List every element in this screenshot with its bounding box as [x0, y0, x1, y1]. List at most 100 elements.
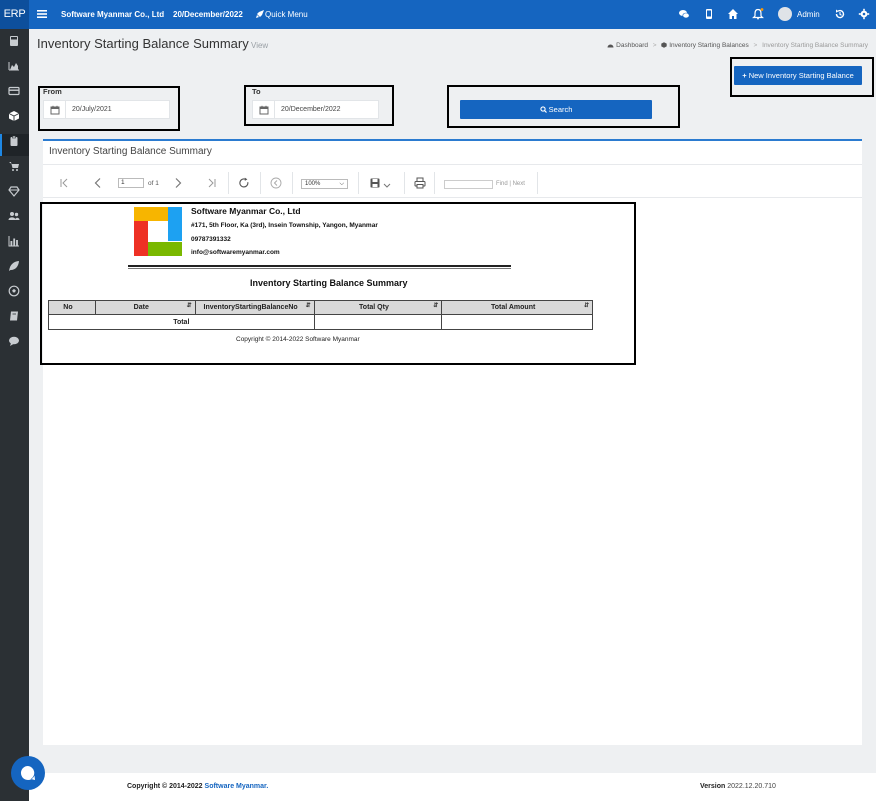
column-header-label: Total Amount — [490, 304, 536, 311]
quick-menu-link[interactable]: Quick Menu — [265, 0, 308, 29]
mobile-icon[interactable] — [703, 8, 715, 20]
find-controls: Find | Next — [496, 181, 525, 187]
footer-copyright: Copyright © 2014-2022 Software Myanmar. — [127, 783, 268, 790]
home-icon[interactable] — [727, 8, 739, 20]
column-header-label: No — [63, 304, 73, 311]
to-label: To — [252, 87, 261, 96]
total-label: Total — [48, 314, 315, 330]
search-button[interactable]: Search — [460, 100, 652, 119]
column-header-label: Date — [133, 304, 149, 311]
column-header-label: InventoryStartingBalanceNo — [203, 304, 298, 311]
cube-icon[interactable] — [8, 110, 20, 122]
footer-copyright-text: Copyright © 2014-2022 — [127, 783, 205, 790]
calculator-icon[interactable] — [8, 35, 20, 47]
total-amount-cell — [441, 314, 593, 330]
calendar-icon[interactable] — [50, 105, 60, 115]
report-title: Inventory Starting Balance Summary — [250, 278, 408, 288]
breadcrumb-current: Inventory Starting Balance Summary — [762, 42, 868, 49]
back-icon[interactable] — [270, 177, 282, 189]
panel-title: Inventory Starting Balance Summary — [49, 146, 212, 157]
user-name[interactable]: Admin — [797, 0, 820, 29]
from-label: From — [43, 87, 62, 96]
toolbar-separator — [434, 172, 435, 194]
breadcrumb-dashboard[interactable]: Dashboard — [616, 42, 648, 49]
company-logo — [134, 207, 182, 256]
report-rule — [128, 265, 511, 267]
version-number: 2022.12.20.710 — [727, 783, 776, 790]
field-divider — [274, 101, 275, 118]
print-icon[interactable] — [414, 177, 426, 189]
diamond-icon[interactable] — [8, 185, 20, 197]
sort-icon[interactable]: ⇵ — [433, 302, 438, 309]
first-page-icon[interactable] — [58, 177, 70, 189]
column-header-total-qty[interactable]: Total Qty ⇵ — [313, 300, 443, 315]
soccer-icon[interactable] — [8, 285, 20, 297]
calendar-icon[interactable] — [259, 105, 269, 115]
history-icon[interactable] — [834, 8, 846, 20]
chat-icon — [20, 765, 35, 780]
find-input[interactable] — [444, 180, 493, 189]
bar-chart-icon[interactable] — [8, 235, 20, 247]
toolbar-separator — [228, 172, 229, 194]
credit-card-icon[interactable] — [8, 85, 20, 97]
company-name[interactable]: Software Myanmar Co., Ltd — [61, 0, 164, 29]
sort-icon[interactable]: ⇵ — [187, 302, 192, 309]
search-icon — [539, 106, 547, 113]
app-brand[interactable]: ERP — [0, 0, 29, 29]
zoom-select[interactable]: 100% ⌵ — [301, 179, 348, 189]
chat-widget-button[interactable] — [11, 756, 45, 790]
leaf-icon[interactable] — [8, 260, 20, 272]
report-email: info@softwaremyanmar.com — [191, 249, 280, 256]
table-total-row: Total — [48, 314, 593, 330]
page-count: of 1 — [148, 180, 159, 187]
column-header-no: No — [48, 300, 96, 315]
breadcrumb-inventory-starting-balances[interactable]: Inventory Starting Balances — [669, 42, 749, 49]
toolbar-separator — [260, 172, 261, 194]
menu-icon[interactable] — [36, 8, 48, 20]
breadcrumb: Dashboard > Inventory Starting Balances … — [607, 42, 868, 49]
sort-icon[interactable]: ⇵ — [584, 302, 589, 309]
comment-icon[interactable] — [8, 335, 20, 347]
find-link[interactable]: Find — [496, 181, 508, 187]
users-icon[interactable] — [8, 210, 20, 222]
to-date-field[interactable]: 20/December/2022 — [252, 100, 379, 119]
version-label: Version — [700, 783, 726, 790]
report-company-name: Software Myanmar Co., Ltd — [191, 206, 301, 216]
book-icon[interactable] — [8, 310, 20, 322]
new-inventory-starting-balance-button[interactable]: + New Inventory Starting Balance — [734, 66, 862, 85]
chevron-down-icon[interactable] — [383, 181, 391, 189]
save-icon[interactable] — [369, 177, 381, 189]
footer-company-link[interactable]: Software Myanmar. — [205, 783, 269, 790]
refresh-icon[interactable] — [238, 177, 250, 189]
divider — [43, 197, 862, 198]
page-number-input[interactable]: 1 — [118, 178, 144, 188]
table-header-row: No Date ⇵ InventoryStartingBalanceNo ⇵ Tot… — [48, 300, 593, 315]
gear-icon[interactable] — [858, 8, 870, 20]
footer-version: Version 2022.12.20.710 — [700, 783, 776, 790]
column-header-balance-no[interactable]: InventoryStartingBalanceNo ⇵ — [194, 300, 315, 315]
current-date: 20/December/2022 — [173, 10, 243, 19]
report-rule — [128, 268, 511, 269]
top-navbar: ERP Software Myanmar Co., Ltd 20/Decembe… — [0, 0, 876, 29]
area-chart-icon[interactable] — [8, 60, 20, 72]
cube-icon — [661, 42, 668, 48]
bell-icon[interactable] — [752, 8, 764, 20]
last-page-icon[interactable] — [206, 177, 218, 189]
column-header-total-amount[interactable]: Total Amount ⇵ — [441, 300, 593, 315]
from-date-field[interactable]: 20/July/2021 — [43, 100, 170, 119]
from-date-value: 20/July/2021 — [72, 106, 112, 113]
dashboard-icon — [607, 44, 614, 48]
toolbar-separator — [292, 172, 293, 194]
avatar[interactable] — [778, 7, 792, 21]
next-link[interactable]: Next — [513, 181, 525, 187]
previous-page-icon[interactable] — [92, 177, 104, 189]
sort-icon[interactable]: ⇵ — [306, 302, 311, 309]
rocket-icon[interactable] — [255, 9, 265, 19]
column-header-date[interactable]: Date ⇵ — [94, 300, 196, 315]
new-button-label: New Inventory Starting Balance — [748, 71, 854, 80]
clipboard-icon[interactable] — [8, 135, 20, 147]
cart-icon[interactable] — [8, 160, 20, 172]
next-page-icon[interactable] — [172, 177, 184, 189]
column-header-label: Total Qty — [359, 304, 389, 311]
wechat-icon[interactable] — [678, 8, 690, 20]
